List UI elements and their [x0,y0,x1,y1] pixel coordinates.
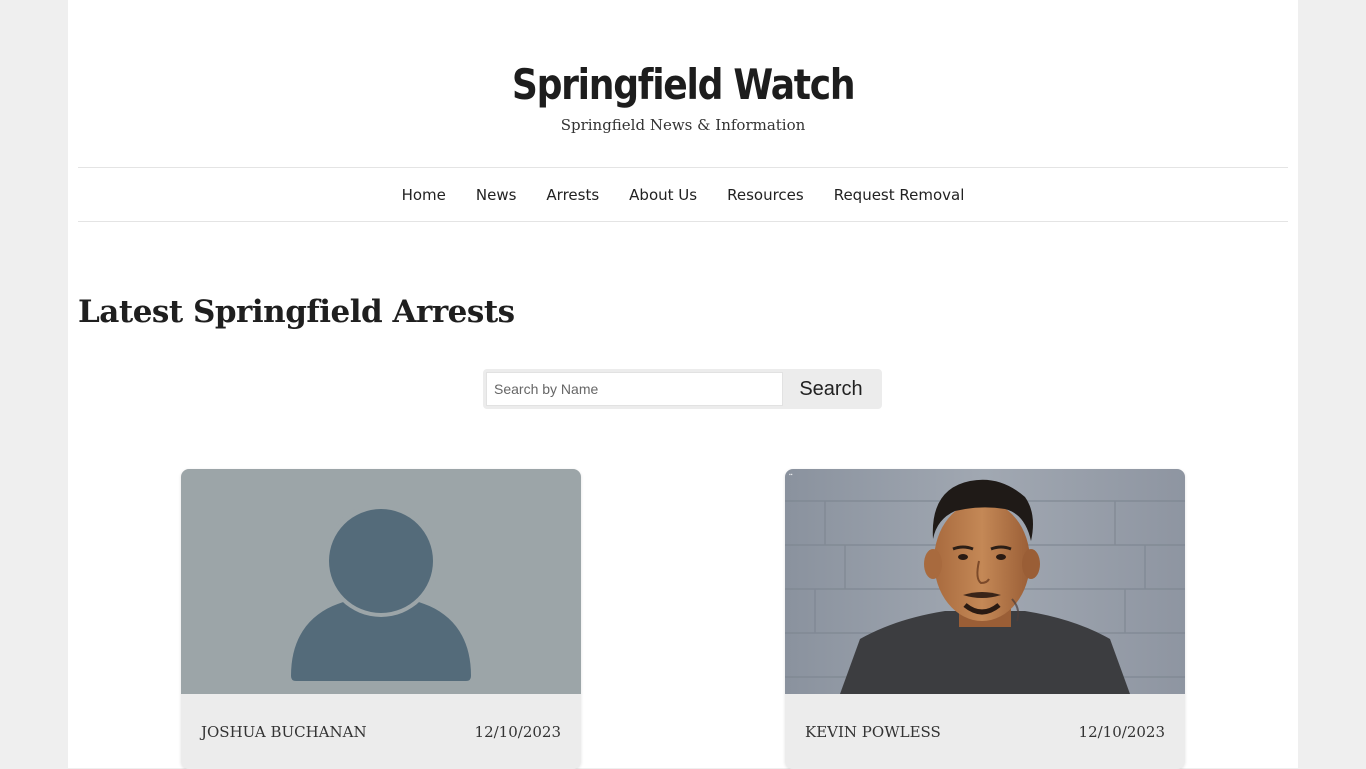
nav-item-arrests[interactable]: Arrests [546,186,599,204]
nav-item-about-us[interactable]: About Us [629,186,697,204]
search-button[interactable]: Search [783,372,879,406]
nav-item-request-removal[interactable]: Request Removal [834,186,965,204]
nav-item-resources[interactable]: Resources [727,186,804,204]
arrestee-name[interactable]: KEVIN POWLESS [805,723,941,741]
arrestee-name[interactable]: JOSHUA BUCHANAN [201,723,367,741]
arrest-date: 12/10/2023 [474,722,561,741]
placeholder-avatar-icon [181,469,581,694]
site-title[interactable]: Springfield Watch [512,56,856,114]
page-title: Latest Springfield Arrests [78,294,515,330]
svg-text:▪▪: ▪▪ [789,472,793,478]
site-header: Springfield Watch Springfield News & Inf… [68,56,1298,134]
arrest-card-info: JOSHUA BUCHANAN 12/10/2023 [181,694,581,769]
nav-item-home[interactable]: Home [402,186,446,204]
main-nav: Home News Arrests About Us Resources Req… [78,167,1288,222]
page-container: Springfield Watch Springfield News & Inf… [68,0,1298,769]
arrest-card[interactable]: ▪▪ KEVIN POWLESS 12/10/2023 [785,469,1185,769]
search-input[interactable] [486,372,783,406]
search-form: Search [483,369,882,409]
nav-item-news[interactable]: News [476,186,517,204]
site-tagline: Springfield News & Information [560,116,806,134]
arrest-card[interactable]: JOSHUA BUCHANAN 12/10/2023 [181,469,581,769]
arrest-card-info: KEVIN POWLESS 12/10/2023 [785,694,1185,769]
mugshot-photo: ▪▪ [785,469,1185,694]
arrest-date: 12/10/2023 [1078,722,1165,741]
